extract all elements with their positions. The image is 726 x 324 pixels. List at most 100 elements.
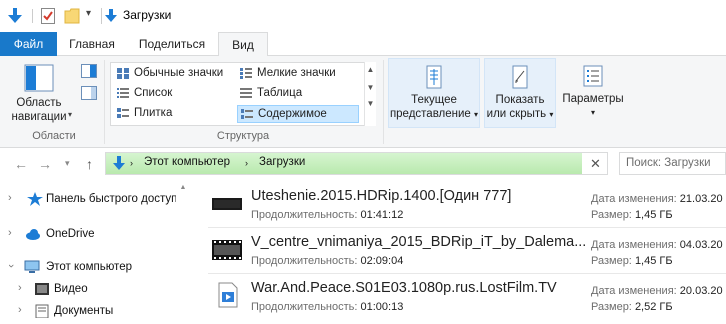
date-value: 20.03.20 — [679, 285, 723, 297]
forward-arrow-icon[interactable]: → — [38, 156, 52, 172]
size-label: Размер: — [591, 255, 632, 267]
tab-file[interactable]: Файл — [0, 32, 57, 56]
gallery-scroll[interactable]: ▲ ▼ ▼ — [364, 62, 376, 126]
layout-small-icons-label: Мелкие значки — [257, 67, 336, 79]
tree-item-videos[interactable]: › Видео — [0, 280, 188, 300]
properties-icon[interactable] — [40, 7, 56, 25]
window-title: Загрузки — [123, 8, 172, 22]
show-hide-button[interactable]: Показать или скрыть ▾ — [484, 58, 556, 128]
video-file-icon — [218, 282, 238, 308]
details-pane-icon[interactable] — [81, 86, 97, 100]
current-view-label-2: представление — [389, 108, 471, 120]
gallery-down-icon[interactable]: ▼ — [365, 83, 376, 92]
downloads-icon — [113, 156, 125, 170]
breadcrumb-this-pc[interactable]: Этот компьютер — [144, 156, 230, 168]
layout-list[interactable]: Список — [114, 85, 234, 103]
file-duration: Продолжительность: 01:00:13 — [251, 301, 403, 313]
computer-icon — [24, 260, 40, 273]
star-icon — [27, 192, 43, 206]
tree-label: Этот компьютер — [46, 261, 132, 273]
date-label: Дата изменения: — [591, 239, 677, 251]
up-arrow-icon[interactable]: ↑ — [86, 156, 93, 172]
customize-toolbar-icon[interactable]: ▾ — [86, 8, 91, 19]
tree-item-onedrive[interactable]: › OneDrive — [0, 225, 188, 245]
ribbon-view-panel: Область навигации ▾ Области Обычные знач… — [0, 56, 726, 148]
file-size: Размер: 1,45 ГБ — [591, 255, 673, 267]
chevron-down-icon: ▾ — [67, 110, 72, 119]
file-date: Дата изменения: 04.03.20 — [591, 239, 723, 251]
size-label: Размер: — [591, 209, 632, 221]
chevron-down-icon: ▾ — [549, 110, 554, 119]
chevron-down-icon: ▾ — [590, 108, 595, 117]
tab-view[interactable]: Вид — [218, 32, 268, 57]
layout-content-label: Содержимое — [258, 108, 327, 120]
tab-share[interactable]: Поделиться — [127, 32, 217, 56]
breadcrumb-chevron-icon[interactable]: › — [245, 158, 248, 168]
show-hide-label-2: или скрыть — [486, 108, 547, 120]
large-icons-icon — [117, 68, 129, 79]
show-hide-label-1: Показать — [495, 94, 545, 106]
duration-value: 02:09:04 — [360, 255, 404, 267]
size-label: Размер: — [591, 301, 632, 313]
panes-group-label: Области — [32, 130, 76, 142]
layout-tiles-label: Плитка — [134, 107, 173, 119]
list-item[interactable]: War.And.Peace.S01E03.1080p.rus.LostFilm.… — [200, 274, 726, 320]
tree-item-this-pc[interactable]: › Этот компьютер — [0, 258, 188, 278]
preview-pane-icon[interactable] — [81, 64, 97, 78]
gallery-more-icon[interactable]: ▼ — [365, 99, 376, 108]
folder-download-icon — [105, 9, 117, 22]
content-icon — [241, 109, 253, 119]
chevron-right-icon[interactable]: › — [8, 192, 12, 204]
file-size: Размер: 2,52 ГБ — [591, 301, 673, 313]
date-value: 04.03.20 — [679, 239, 723, 251]
chevron-right-icon[interactable]: › — [18, 282, 22, 294]
ribbon-tabs: Файл Главная Поделиться Вид — [0, 32, 726, 57]
layout-content[interactable]: Содержимое — [237, 105, 359, 123]
close-icon[interactable]: ✕ — [590, 156, 601, 172]
title-bar: ▾ Загрузки — [0, 0, 726, 32]
navigation-pane-button[interactable]: Область навигации ▾ — [4, 60, 74, 124]
duration-value: 01:41:12 — [360, 209, 404, 221]
tab-home[interactable]: Главная — [57, 32, 127, 56]
layout-details[interactable]: Таблица — [237, 85, 357, 103]
list-item[interactable]: V_centre_vnimaniya_2015_BDRip_iT_by_Dale… — [200, 228, 726, 274]
back-arrow-icon[interactable]: ← — [14, 156, 28, 172]
date-value: 21.03.20 — [679, 193, 723, 205]
options-icon — [583, 65, 603, 87]
file-size: Размер: 1,45 ГБ — [591, 209, 673, 221]
chevron-down-icon[interactable]: › — [5, 264, 17, 268]
address-bar[interactable]: › Этот компьютер › Загрузки ✕ — [105, 152, 608, 175]
layout-large-icons[interactable]: Обычные значки — [114, 65, 234, 83]
gallery-up-icon[interactable]: ▲ — [365, 65, 376, 74]
title-separator — [101, 8, 102, 24]
chevron-right-icon[interactable]: › — [18, 304, 22, 316]
list-item[interactable]: Uteshenie.2015.HDRip.1400.[Один 777] Про… — [200, 182, 726, 228]
scroll-up-icon[interactable]: ▲ — [178, 184, 188, 191]
tree-label: Документы — [54, 305, 114, 317]
current-view-button[interactable]: Текущее представление ▾ — [388, 58, 480, 128]
chevron-right-icon[interactable]: › — [8, 227, 12, 239]
search-input[interactable]: Поиск: Загрузки — [619, 152, 726, 175]
group-separator — [383, 60, 384, 144]
down-arrow-icon[interactable] — [6, 7, 24, 25]
tree-item-quick-access[interactable]: › Панель быстрого доступа — [0, 190, 188, 210]
details-icon — [240, 88, 252, 98]
current-view-icon — [426, 65, 442, 89]
layout-details-label: Таблица — [257, 87, 303, 99]
size-value: 1,45 ГБ — [634, 209, 673, 221]
new-folder-icon[interactable] — [64, 7, 80, 25]
options-button[interactable]: Параметры ▾ — [560, 58, 626, 128]
breadcrumb-downloads[interactable]: Загрузки — [259, 156, 305, 168]
layout-gallery: Обычные значки Мелкие значки Список Табл… — [110, 62, 376, 126]
layout-tiles[interactable]: Плитка — [114, 105, 234, 123]
tree-item-documents[interactable]: › Документы — [0, 302, 188, 322]
layout-small-icons[interactable]: Мелкие значки — [237, 65, 357, 83]
small-icons-icon — [240, 68, 252, 79]
tree-label: Видео — [54, 283, 88, 295]
recent-locations-icon[interactable]: ▾ — [65, 158, 70, 169]
navigation-pane-icon — [24, 64, 54, 92]
navigation-pane: › Панель быстрого доступа › OneDrive › Э… — [0, 182, 188, 324]
navigation-pane-scrollbar[interactable]: ▲ — [178, 182, 188, 324]
breadcrumb-chevron-icon[interactable]: › — [130, 158, 133, 168]
file-list: Uteshenie.2015.HDRip.1400.[Один 777] Про… — [200, 182, 726, 324]
